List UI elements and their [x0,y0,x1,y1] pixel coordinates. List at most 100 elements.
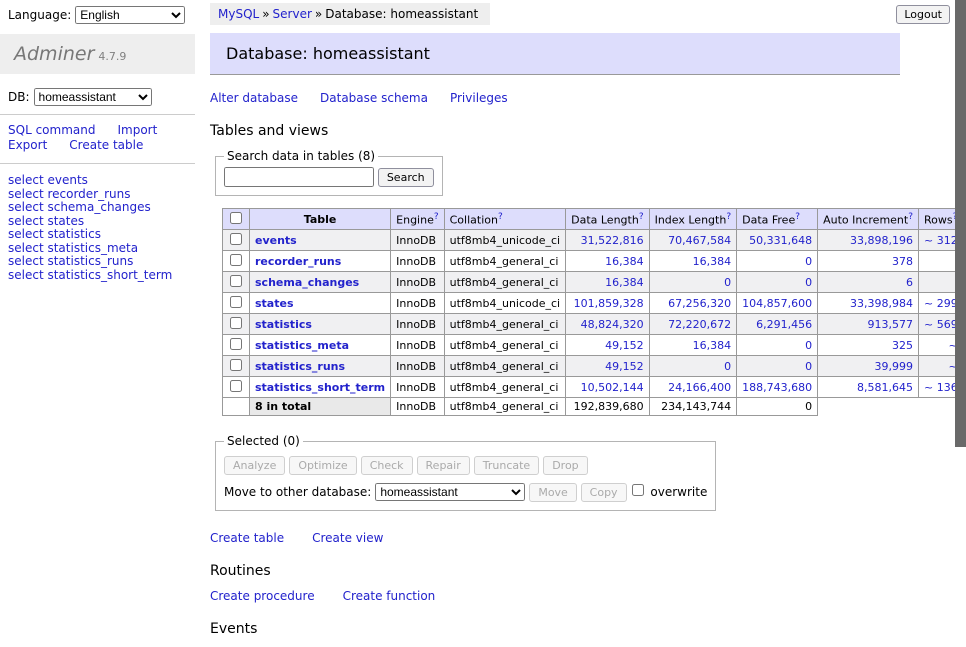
table-name-link[interactable]: recorder_runs [255,255,341,268]
index-length-link[interactable]: 72,220,672 [655,318,732,331]
database-action-link[interactable]: Database schema [320,91,428,105]
row-checkbox[interactable] [230,338,242,350]
move-db-select[interactable]: homeassistant [375,483,525,501]
index-length-link[interactable]: 16,384 [655,339,732,352]
auto-increment-link[interactable]: 325 [823,339,913,352]
sidebar-op-link[interactable]: Import [117,123,157,137]
row-checkbox[interactable] [230,254,242,266]
db-row: DB:homeassistant [0,74,195,114]
column-help-link[interactable]: ? [639,212,644,222]
data-free-link[interactable]: 0 [742,276,812,289]
column-header-label: Data Free [742,214,795,227]
selected-action-button[interactable]: Repair [417,456,470,475]
data-free-link[interactable]: 104,857,600 [742,297,812,310]
auto-increment-link[interactable]: 39,999 [823,360,913,373]
auto-increment-link[interactable]: 33,898,196 [823,234,913,247]
table-name-link[interactable]: events [255,234,297,247]
data-free-link[interactable]: 0 [742,255,812,268]
table-name-link[interactable]: statistics_short_term [255,381,385,394]
breadcrumb-link-server[interactable]: Server [273,7,312,21]
data-length-link[interactable]: 31,522,816 [571,234,643,247]
selected-action-button[interactable]: Optimize [289,456,356,475]
sidebar-select-link[interactable]: select events [8,174,187,187]
row-checkbox[interactable] [230,233,242,245]
db-select[interactable]: homeassistant [34,88,152,106]
select-all-checkbox[interactable] [230,212,242,224]
routine-create-link[interactable]: Create procedure [210,589,315,603]
auto-increment-link[interactable]: 378 [823,255,913,268]
copy-button[interactable]: Copy [581,483,627,502]
sidebar-op-link[interactable]: Export [8,138,47,152]
overwrite-label[interactable]: overwrite [650,485,707,499]
table-name-link[interactable]: statistics_runs [255,360,345,373]
sidebar-select-link[interactable]: select statistics_short_term [8,269,187,282]
data-length-link[interactable]: 49,152 [571,360,643,373]
auto-increment-link[interactable]: 6 [823,276,913,289]
data-free-link[interactable]: 0 [742,360,812,373]
sidebar-op-link[interactable]: Create table [69,138,143,152]
auto-increment-link[interactable]: 8,581,645 [823,381,913,394]
table-row: statistics_short_term InnoDB utf8mb4_gen… [223,377,966,398]
auto-increment-link[interactable]: 33,398,984 [823,297,913,310]
column-help-link[interactable]: ? [498,212,503,222]
column-help-link[interactable]: ? [434,212,439,222]
index-length-link[interactable]: 0 [655,360,732,373]
data-free-link[interactable]: 50,331,648 [742,234,812,247]
row-checkbox[interactable] [230,359,242,371]
row-checkbox[interactable] [230,317,242,329]
sidebar-select-link[interactable]: select statistics_meta [8,242,187,255]
collation-cell: utf8mb4_general_ci [444,251,565,272]
sidebar-select-link[interactable]: select recorder_runs [8,188,187,201]
overwrite-checkbox[interactable] [632,484,644,496]
data-length-link[interactable]: 101,859,328 [571,297,643,310]
selected-action-button[interactable]: Drop [543,456,587,475]
data-length-link[interactable]: 49,152 [571,339,643,352]
language-select[interactable]: English [75,6,185,24]
sidebar-select-link[interactable]: select statistics [8,228,187,241]
breadcrumb-link-mysql[interactable]: MySQL [218,7,259,21]
table-name-link[interactable]: schema_changes [255,276,359,289]
selected-action-button[interactable]: Analyze [224,456,285,475]
data-length-link[interactable]: 16,384 [571,276,643,289]
data-free-link[interactable]: 0 [742,339,812,352]
move-button[interactable]: Move [529,483,577,502]
auto-increment-link[interactable]: 913,577 [823,318,913,331]
search-button[interactable]: Search [378,168,434,187]
data-free-link[interactable]: 6,291,456 [742,318,812,331]
column-help-link[interactable]: ? [795,212,800,222]
search-input[interactable] [224,167,374,187]
sidebar-select-link[interactable]: select states [8,215,187,228]
collation-cell: utf8mb4_general_ci [444,335,565,356]
database-action-link[interactable]: Privileges [450,91,508,105]
index-length-link[interactable]: 70,467,584 [655,234,732,247]
index-length-link[interactable]: 67,256,320 [655,297,732,310]
row-checkbox[interactable] [230,275,242,287]
selected-action-button[interactable]: Truncate [474,456,539,475]
data-free-link[interactable]: 188,743,680 [742,381,812,394]
sidebar-select-link[interactable]: select statistics_runs [8,255,187,268]
table-name-link[interactable]: states [255,297,294,310]
index-length-link[interactable]: 0 [655,276,732,289]
table-name-link[interactable]: statistics_meta [255,339,349,352]
app-name: Adminer [14,43,94,65]
column-help-link[interactable]: ? [726,212,731,222]
scrollbar-thumb[interactable] [955,0,966,447]
data-length-link[interactable]: 16,384 [571,255,643,268]
sidebar-select-link[interactable]: select schema_changes [8,201,187,214]
data-length-link[interactable]: 10,502,144 [571,381,643,394]
data-length-link[interactable]: 48,824,320 [571,318,643,331]
logout-button[interactable]: Logout [896,5,950,24]
collation-cell: utf8mb4_general_ci [444,356,565,377]
column-help-link[interactable]: ? [908,212,913,222]
routine-create-link[interactable]: Create function [343,589,436,603]
column-header-label: Rows [924,214,953,227]
index-length-link[interactable]: 16,384 [655,255,732,268]
sidebar-op-link[interactable]: SQL command [8,123,95,137]
selected-action-button[interactable]: Check [361,456,413,475]
database-action-link[interactable]: Alter database [210,91,298,105]
row-checkbox[interactable] [230,380,242,392]
index-length-link[interactable]: 24,166,400 [655,381,732,394]
row-checkbox[interactable] [230,296,242,308]
engine-cell: InnoDB [391,356,444,377]
table-name-link[interactable]: statistics [255,318,312,331]
